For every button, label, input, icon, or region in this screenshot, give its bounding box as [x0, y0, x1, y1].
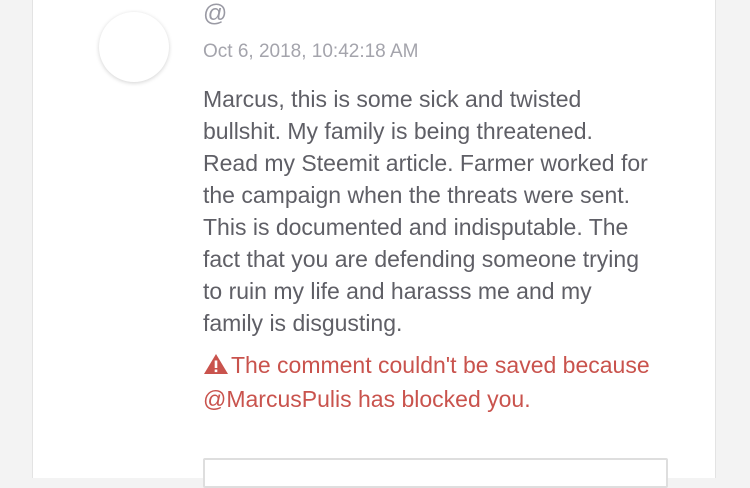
reply-input[interactable]: [203, 458, 668, 488]
comment-username[interactable]: @: [203, 0, 227, 28]
comment-card: @ Oct 6, 2018, 10:42:18 AM Marcus, this …: [32, 0, 716, 488]
comment-body: Marcus, this is some sick and twisted bu…: [203, 86, 648, 336]
warning-icon: [203, 351, 229, 383]
comment-timestamp[interactable]: Oct 6, 2018, 10:42:18 AM: [203, 40, 418, 64]
avatar[interactable]: [99, 12, 169, 82]
error-message-text: The comment couldn't be saved because @M…: [203, 352, 650, 412]
error-message: The comment couldn't be saved because @M…: [203, 349, 683, 415]
